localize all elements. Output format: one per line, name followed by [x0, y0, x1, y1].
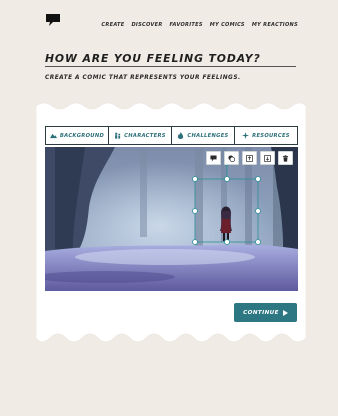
- fire-icon: [178, 132, 184, 139]
- tab-characters[interactable]: CHARACTERS: [108, 127, 171, 144]
- nav-my-comics[interactable]: MY COMICS: [210, 22, 245, 28]
- nav-my-reactions[interactable]: MY REACTIONS: [252, 22, 298, 28]
- tab-background-label: BACKGROUND: [59, 132, 105, 139]
- tab-challenges[interactable]: CHALLENGES: [171, 127, 234, 144]
- sparkle-icon: [242, 132, 250, 139]
- layer-icon: [228, 154, 235, 162]
- tab-resources[interactable]: RESOURCES: [234, 127, 297, 144]
- tab-challenges-label: CHALLENGES: [187, 132, 229, 139]
- top-nav: CREATE DISCOVER FAVORITES MY COMICS MY R…: [101, 22, 298, 28]
- comic-canvas[interactable]: [45, 147, 298, 291]
- delete-button[interactable]: [278, 151, 293, 165]
- title-divider: [45, 66, 296, 68]
- editor-tabs: BACKGROUND CHARACTERS CHALLENGES RESOURC…: [45, 126, 298, 145]
- send-backward-icon: [264, 154, 271, 162]
- layer-button[interactable]: [224, 151, 239, 165]
- trash-icon: [282, 154, 289, 162]
- speech-bubble-icon: [210, 154, 217, 162]
- nav-discover[interactable]: DISCOVER: [131, 22, 162, 28]
- tab-background[interactable]: BACKGROUND: [46, 127, 108, 144]
- nav-create[interactable]: CREATE: [101, 22, 124, 28]
- continue-button[interactable]: CONTINUE: [234, 303, 297, 322]
- speech-bubble-button[interactable]: [206, 151, 221, 165]
- nav-favorites[interactable]: FAVORITES: [170, 22, 203, 28]
- bring-forward-icon: [246, 154, 253, 162]
- tab-resources-label: RESOURCES: [252, 132, 290, 139]
- send-backward-button[interactable]: [260, 151, 275, 165]
- mountain-icon: [49, 133, 57, 139]
- logo-icon[interactable]: [45, 13, 61, 27]
- forest-background-image: [45, 147, 298, 291]
- canvas-toolbar: [206, 151, 293, 165]
- continue-label: CONTINUE: [243, 309, 279, 316]
- bring-forward-button[interactable]: [242, 151, 257, 165]
- comic-editor-card: BACKGROUND CHARACTERS CHALLENGES RESOURC…: [36, 100, 306, 346]
- play-arrow-icon: [282, 309, 288, 316]
- tab-characters-label: CHARACTERS: [124, 132, 166, 139]
- page-title: HOW ARE YOU FEELING TODAY?: [45, 52, 261, 65]
- people-icon: [115, 132, 121, 139]
- page-subtitle: CREATE A COMIC THAT REPRESENTS YOUR FEEL…: [45, 75, 241, 81]
